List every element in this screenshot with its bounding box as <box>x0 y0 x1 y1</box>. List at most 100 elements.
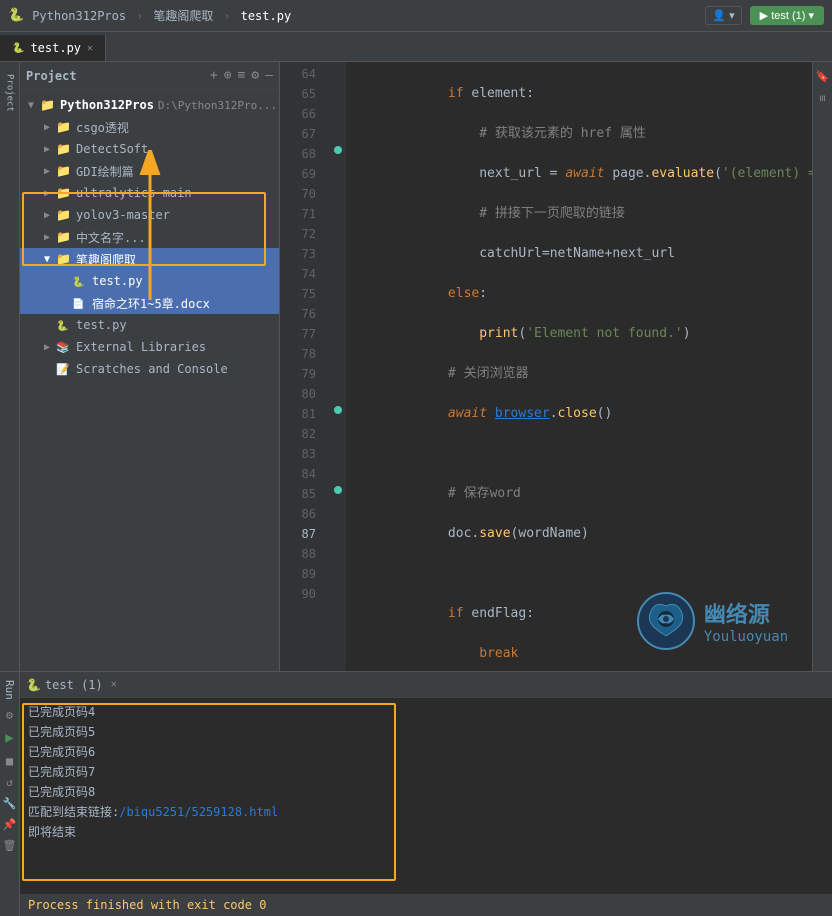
settings-icon[interactable]: ⚙ <box>251 68 259 83</box>
ln-74: 74 <box>280 264 322 284</box>
ln-89: 89 <box>280 564 322 584</box>
project-icon: 🐍 <box>8 8 24 23</box>
ln-72: 72 <box>280 224 322 244</box>
run-settings-icon[interactable]: ⚙ <box>6 708 13 722</box>
ln-84: 84 <box>280 464 322 484</box>
code-line-65: # 获取该元素的 href 属性 <box>354 124 804 144</box>
tab-test-py[interactable]: 🐍 test.py ✕ <box>0 35 106 61</box>
code-line-75: doc.save(wordName) <box>354 524 804 544</box>
extlib-icon: 📚 <box>56 340 72 354</box>
run-output-line-2: 已完成页码5 <box>28 722 824 742</box>
run-output-line-end: 即将结束 <box>28 822 824 842</box>
run-tab-close[interactable]: ✕ <box>111 679 117 690</box>
ln-79: 79 <box>280 364 322 384</box>
ln-65: 65 <box>280 84 322 104</box>
code-line-74: # 保存word <box>354 484 804 504</box>
run-tools-icon[interactable]: 🔧 <box>3 797 17 810</box>
run-pin-icon[interactable]: 📌 <box>3 818 17 831</box>
testpy-sib-label: test.py <box>76 318 127 332</box>
structure-icon[interactable]: ≡ <box>816 95 829 102</box>
run-rerun-icon[interactable]: ↺ <box>6 776 13 789</box>
tree-item-testpy-sibling[interactable]: 🐍 test.py <box>20 314 279 336</box>
ln-78: 78 <box>280 344 322 364</box>
cn-folder-label: 中文名字... <box>76 229 146 246</box>
run-output-line-5: 已完成页码8 <box>28 782 824 802</box>
run-output-url[interactable]: /biqu5251/5259128.html <box>119 805 278 819</box>
bookmarks-icon[interactable]: 🔖 <box>816 70 829 83</box>
ln-75: 75 <box>280 284 322 304</box>
gutter-mark-86 <box>334 486 342 494</box>
run-trash-icon[interactable]: 🗑 <box>3 839 17 852</box>
detect-label: DetectSoft <box>76 142 148 156</box>
run-play-icon[interactable]: ▶ <box>5 730 13 746</box>
testpy-sib-icon: 🐍 <box>56 318 72 332</box>
ln-71: 71 <box>280 204 322 224</box>
title-bar-actions: 👤 ▾ ▶ test (1) ▾ <box>705 6 824 25</box>
cn-folder-icon: 📁 <box>56 230 72 244</box>
run-output-line-link: 匹配到结束链接:/biqu5251/5259128.html <box>28 802 824 822</box>
root-label: Python312Pros <box>60 98 154 112</box>
tree-item-scratches[interactable]: 📝 Scratches and Console <box>20 358 279 380</box>
code-line-68: catchUrl=netName+next_url <box>354 244 804 264</box>
code-line-76 <box>354 564 804 584</box>
code-line-66: next_url = await page.evaluate('(element… <box>354 164 804 184</box>
code-line-73 <box>354 444 804 464</box>
tree-arrow-cn: ▶ <box>44 232 56 243</box>
title-breadcrumb: 🐍 Python312Pros › 笔趣阁爬取 › test.py <box>8 7 705 24</box>
testpy-child-label: test.py <box>92 274 143 288</box>
tree-item-ultralytics[interactable]: ▶ 📁 ultralytics-main <box>20 182 279 204</box>
tree-arrow-gdi: ▶ <box>44 166 56 177</box>
minimize-icon[interactable]: — <box>265 68 273 83</box>
tree-item-testpy-child[interactable]: 🐍 test.py <box>20 270 279 292</box>
tree-item-biquge[interactable]: ▼ 📁 笔趣阁爬取 <box>20 248 279 270</box>
ln-64: 64 <box>280 64 322 84</box>
biquge-label: 笔趣阁爬取 <box>76 251 136 268</box>
ultra-label: ultralytics-main <box>76 186 192 200</box>
run-config-button[interactable]: ▶ test (1) ▾ <box>750 6 824 25</box>
ln-66: 66 <box>280 104 322 124</box>
sidebar-project-tab[interactable]: Project <box>3 70 17 116</box>
csgo-label: csgo透视 <box>76 119 129 136</box>
add-folder-icon[interactable]: + <box>210 68 218 83</box>
tree-arrow-biquge: ▼ <box>44 254 56 265</box>
run-output-line-4: 已完成页码7 <box>28 762 824 782</box>
tree-root-item[interactable]: ▼ 📁 Python312Pros D:\Python312Pro... <box>20 94 279 116</box>
user-menu-button[interactable]: 👤 ▾ <box>705 6 741 25</box>
gdi-folder-icon: 📁 <box>56 164 72 178</box>
ln-82: 82 <box>280 424 322 444</box>
run-status-bar: Process finished with exit code 0 <box>20 894 832 916</box>
bottom-panel: Run ⚙ ▶ ■ ↺ 🔧 📌 🗑 🐍 test (1) ✕ 已完成页码4 已完… <box>0 671 832 916</box>
tab-bar: 🐍 test.py ✕ <box>0 32 832 62</box>
breadcrumb-file: test.py <box>241 9 292 23</box>
ln-88: 88 <box>280 544 322 564</box>
root-folder-icon: 📁 <box>40 98 56 112</box>
code-line-69: else: <box>354 284 804 304</box>
add-icon[interactable]: ⊕ <box>224 68 232 83</box>
run-stop-icon[interactable]: ■ <box>6 754 13 768</box>
breadcrumb-folder: 笔趣阁爬取 <box>153 7 213 24</box>
run-tab-test[interactable]: 🐍 test (1) ✕ <box>26 678 117 692</box>
tree-item-csgo[interactable]: ▶ 📁 csgo透视 <box>20 116 279 138</box>
code-line-67: # 拼接下一页爬取的链接 <box>354 204 804 224</box>
run-status-text: Process finished with exit code 0 <box>28 898 266 912</box>
tree-item-yolov3[interactable]: ▶ 📁 yolov3-master <box>20 204 279 226</box>
extlib-label: External Libraries <box>76 340 206 354</box>
ln-69: 69 <box>280 164 322 184</box>
run-side-label[interactable]: Run <box>3 680 16 700</box>
code-line-70: print('Element not found.') <box>354 324 804 344</box>
ln-68: 68 <box>280 144 322 164</box>
tree-item-gdi[interactable]: ▶ 📁 GDI绘制篇 <box>20 160 279 182</box>
tree-item-docx[interactable]: 📄 宿命之环1~5章.docx <box>20 292 279 314</box>
tab-close-button[interactable]: ✕ <box>87 43 93 54</box>
tree-item-extlib[interactable]: ▶ 📚 External Libraries <box>20 336 279 358</box>
gutter-mark-83 <box>334 406 342 414</box>
tree-item-cn-folder[interactable]: ▶ 📁 中文名字... <box>20 226 279 248</box>
yolo-label: yolov3-master <box>76 208 170 222</box>
ln-81: 81 <box>280 404 322 424</box>
root-path: D:\Python312Pro... <box>158 99 277 112</box>
scratch-icon-el: 📝 <box>56 362 72 376</box>
csgo-folder-icon: 📁 <box>56 120 72 134</box>
run-side-panel: Run ⚙ ▶ ■ ↺ 🔧 📌 🗑 <box>0 672 20 916</box>
collapse-icon[interactable]: ≡ <box>238 68 246 83</box>
tree-item-detectsoft[interactable]: ▶ 📁 DetectSoft <box>20 138 279 160</box>
